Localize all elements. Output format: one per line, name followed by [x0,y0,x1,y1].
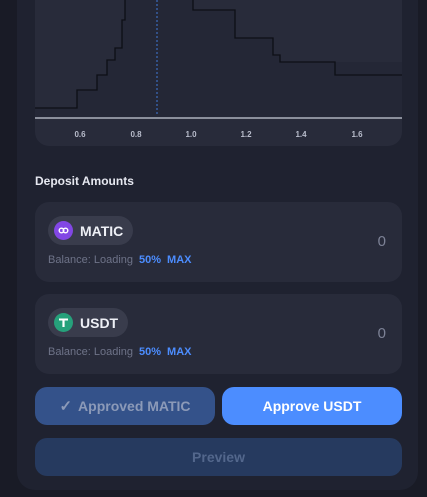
x-tick-label: 0.8 [130,130,142,139]
x-tick-label: 1.0 [185,130,197,139]
usdt-symbol: USDT [80,314,119,331]
x-tick-label: 0.6 [74,130,86,139]
usdt-icon [54,313,73,332]
approved-matic-button[interactable]: ✓ Approved MATIC [35,387,215,425]
matic-symbol: MATIC [80,222,124,239]
usdt-50-percent-button[interactable]: 50% [139,346,161,358]
preview-button[interactable]: Preview [35,438,402,476]
matic-token-pill[interactable]: MATIC [48,216,134,245]
preview-label: Preview [192,449,245,465]
check-icon: ✓ [59,398,73,415]
approve-usdt-label: Approve USDT [262,398,362,414]
x-tick-label: 1.6 [351,130,363,139]
usdt-amount-card[interactable]: USDT Balance: Loading 50% MAX 0 [35,294,402,374]
matic-icon [54,221,73,240]
matic-amount-input[interactable]: 0 [378,233,386,250]
matic-balance-row: Balance: Loading 50% MAX [48,254,192,266]
approved-matic-label: Approved MATIC [78,398,191,414]
approve-usdt-button[interactable]: Approve USDT [222,387,402,425]
usdt-balance-row: Balance: Loading 50% MAX [48,346,192,358]
liquidity-chart[interactable]: 0.6 0.8 1.0 1.2 1.4 1.6 [35,0,402,146]
usdt-balance-label: Balance: Loading [48,346,134,358]
usdt-amount-input[interactable]: 0 [378,325,386,342]
matic-50-percent-button[interactable]: 50% [139,254,161,266]
x-tick-label: 1.4 [295,130,307,139]
usdt-max-button[interactable]: MAX [167,346,191,358]
x-tick-label: 1.2 [240,130,252,139]
deposit-amounts-title: Deposit Amounts [35,174,134,188]
matic-balance-label: Balance: Loading [48,254,134,266]
matic-max-button[interactable]: MAX [167,254,191,266]
matic-amount-card[interactable]: MATIC Balance: Loading 50% MAX 0 [35,202,402,282]
usdt-token-pill[interactable]: USDT [48,308,129,337]
liquidity-depth-svg: 0.6 0.8 1.0 1.2 1.4 1.6 [35,0,402,139]
depth-area [35,0,402,118]
